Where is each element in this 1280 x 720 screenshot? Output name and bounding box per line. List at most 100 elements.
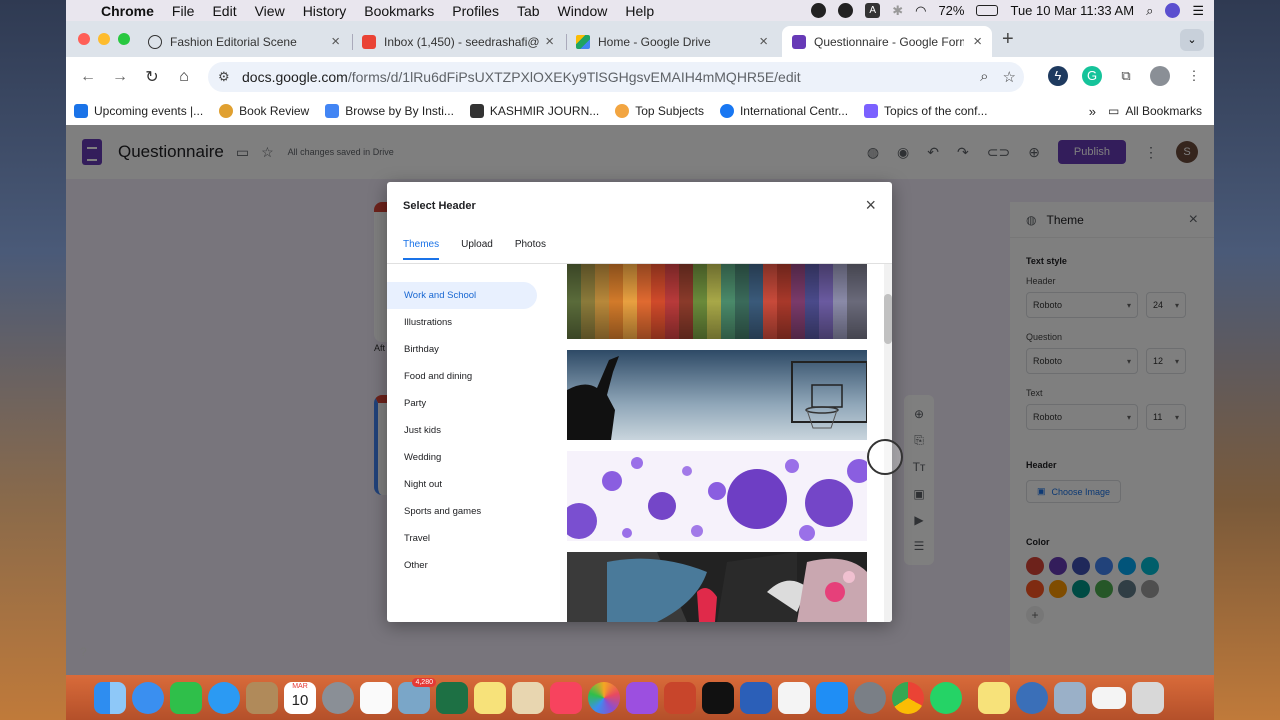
all-bookmarks-folder[interactable]: ▭ All Bookmarks bbox=[1108, 104, 1214, 118]
purple-spheres-image[interactable] bbox=[567, 451, 867, 541]
category-illustrations[interactable]: Illustrations bbox=[387, 309, 537, 336]
grammarly-extension-icon[interactable]: G bbox=[1082, 66, 1102, 86]
stickies-icon[interactable] bbox=[978, 681, 1010, 714]
address-bar[interactable]: ⚙ docs.google.com /forms/d/1lRu6dFiPsUXT… bbox=[208, 62, 1024, 92]
system-settings-icon[interactable] bbox=[854, 681, 886, 714]
battery-percent[interactable]: 72% bbox=[938, 3, 964, 18]
close-tab-icon[interactable]: × bbox=[973, 33, 982, 50]
reminders-icon[interactable] bbox=[360, 681, 392, 714]
bookmark-star-icon[interactable]: ☆ bbox=[1003, 68, 1016, 86]
calendar-icon[interactable]: MAR 10 bbox=[284, 681, 316, 714]
siri-icon[interactable] bbox=[1165, 3, 1181, 18]
zoom-icon[interactable]: ⌕ bbox=[980, 68, 988, 86]
close-tab-icon[interactable]: × bbox=[759, 33, 768, 50]
menu-help[interactable]: Help bbox=[616, 3, 663, 19]
podcasts-icon[interactable] bbox=[626, 681, 658, 714]
quicktime-icon[interactable] bbox=[1016, 681, 1048, 714]
chrome-menu-icon[interactable]: ⋮ bbox=[1184, 66, 1204, 86]
powerpoint-icon[interactable] bbox=[664, 681, 696, 714]
close-tab-icon[interactable]: × bbox=[545, 33, 554, 50]
battery-icon[interactable] bbox=[976, 5, 999, 16]
tab-photos[interactable]: Photos bbox=[515, 239, 546, 260]
help-icon[interactable]: ? bbox=[80, 645, 87, 659]
extension-bolt-icon[interactable]: ϟ bbox=[1048, 66, 1068, 86]
trash-icon[interactable] bbox=[1132, 681, 1164, 714]
profile-avatar-icon[interactable] bbox=[1150, 66, 1170, 86]
notes-icon[interactable] bbox=[474, 681, 506, 714]
painted-hands-image[interactable] bbox=[567, 552, 867, 622]
minimize-window-button[interactable] bbox=[98, 33, 110, 45]
maximize-window-button[interactable] bbox=[118, 33, 130, 45]
extensions-puzzle-icon[interactable]: ⧉ bbox=[1116, 66, 1136, 86]
category-food-and-dining[interactable]: Food and dining bbox=[387, 363, 537, 390]
bookmark-topics-of-conference[interactable]: Topics of the conf... bbox=[856, 104, 995, 118]
category-sports-and-games[interactable]: Sports and games bbox=[387, 498, 537, 525]
category-night-out[interactable]: Night out bbox=[387, 471, 537, 498]
wifi-icon[interactable]: ◠ bbox=[915, 3, 926, 19]
textedit-icon[interactable] bbox=[778, 681, 810, 714]
excel-icon[interactable] bbox=[436, 681, 468, 714]
bookmarks-overflow-button[interactable]: » bbox=[1077, 104, 1108, 119]
menu-view[interactable]: View bbox=[246, 3, 294, 19]
tab-gmail-inbox[interactable]: Inbox (1,450) - seedrashafi@ × bbox=[352, 26, 564, 57]
bookmark-top-subjects[interactable]: Top Subjects bbox=[607, 104, 712, 118]
finder-icon[interactable] bbox=[94, 681, 126, 714]
menu-tab[interactable]: Tab bbox=[508, 3, 549, 19]
site-info-icon[interactable]: ⚙ bbox=[218, 69, 230, 85]
word-icon[interactable] bbox=[740, 681, 772, 714]
forward-icon[interactable]: → bbox=[104, 68, 136, 86]
menu-bookmarks[interactable]: Bookmarks bbox=[355, 3, 443, 19]
preview-icon[interactable]: 4,280 bbox=[398, 677, 436, 714]
category-just-kids[interactable]: Just kids bbox=[387, 417, 537, 444]
tab-questionnaire-forms[interactable]: Questionnaire - Google Form × bbox=[782, 26, 992, 57]
category-party[interactable]: Party bbox=[387, 390, 537, 417]
bookmark-kashmir-journal[interactable]: KASHMIR JOURN... bbox=[462, 104, 607, 118]
menu-edit[interactable]: Edit bbox=[203, 3, 245, 19]
music-icon[interactable] bbox=[550, 681, 582, 714]
chrome-icon[interactable] bbox=[892, 681, 924, 714]
contacts-icon[interactable] bbox=[246, 681, 278, 714]
grammarly-icon[interactable] bbox=[838, 3, 854, 18]
reload-icon[interactable]: ↻ bbox=[136, 67, 168, 87]
category-travel[interactable]: Travel bbox=[387, 525, 537, 552]
basketball-hoop-image[interactable] bbox=[567, 350, 867, 440]
close-window-button[interactable] bbox=[78, 33, 90, 45]
bookmark-upcoming-events[interactable]: Upcoming events |... bbox=[66, 104, 211, 118]
tab-themes[interactable]: Themes bbox=[403, 239, 440, 260]
tab-google-drive[interactable]: Home - Google Drive × bbox=[566, 26, 778, 57]
tab-upload[interactable]: Upload bbox=[461, 239, 493, 260]
spotlight-search-icon[interactable]: ⌕ bbox=[1146, 3, 1153, 19]
colored-yarn-image[interactable] bbox=[567, 264, 867, 339]
bluetooth-icon[interactable]: ✱ bbox=[892, 3, 903, 19]
whatsapp-icon[interactable] bbox=[930, 681, 962, 714]
bookmark-book-review[interactable]: Book Review bbox=[211, 104, 317, 118]
home-icon[interactable]: ⌂ bbox=[168, 68, 200, 86]
close-dialog-icon[interactable]: × bbox=[865, 195, 876, 216]
downloads-stack-icon[interactable] bbox=[1092, 686, 1126, 709]
new-tab-button[interactable]: + bbox=[1002, 28, 1014, 51]
tab-fashion-editorial[interactable]: Fashion Editorial Scene × bbox=[138, 26, 350, 57]
menu-history[interactable]: History bbox=[294, 3, 356, 19]
close-tab-icon[interactable]: × bbox=[331, 33, 340, 50]
bookmark-international-centre[interactable]: International Centr... bbox=[712, 104, 856, 118]
category-birthday[interactable]: Birthday bbox=[387, 336, 537, 363]
facetime-icon[interactable] bbox=[170, 681, 202, 714]
launchpad-icon[interactable] bbox=[322, 681, 354, 714]
back-icon[interactable]: ← bbox=[72, 68, 104, 86]
menubar-clock[interactable]: Tue 10 Mar 11:33 AM bbox=[1010, 3, 1134, 18]
photos-folder-icon[interactable] bbox=[512, 681, 544, 714]
apple-tv-icon[interactable] bbox=[702, 681, 734, 714]
category-work-and-school[interactable]: Work and School bbox=[387, 282, 537, 309]
photos-icon[interactable] bbox=[588, 681, 620, 714]
menubar-app-name[interactable]: Chrome bbox=[92, 3, 163, 19]
menu-window[interactable]: Window bbox=[549, 3, 617, 19]
input-source-icon[interactable]: A bbox=[865, 3, 881, 18]
app-store-icon[interactable] bbox=[816, 681, 848, 714]
image-capture-icon[interactable] bbox=[1054, 681, 1086, 714]
scrollbar-thumb[interactable] bbox=[884, 294, 892, 344]
messages-icon[interactable] bbox=[208, 681, 240, 714]
safari-icon[interactable] bbox=[132, 681, 164, 714]
category-other[interactable]: Other bbox=[387, 552, 537, 579]
menu-file[interactable]: File bbox=[163, 3, 204, 19]
bookmark-browse-by-institution[interactable]: Browse by By Insti... bbox=[317, 104, 462, 118]
